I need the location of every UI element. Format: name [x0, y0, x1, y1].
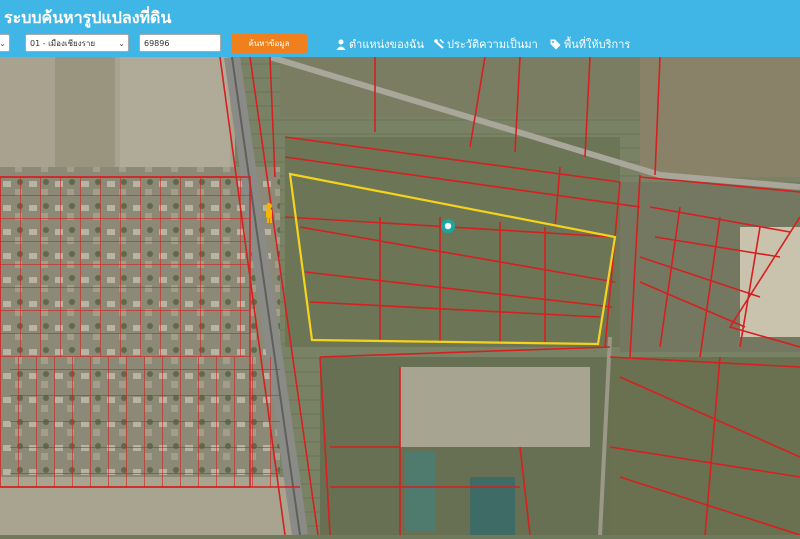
tree-area-north: [280, 57, 650, 117]
app-title: ระบบค้นหารูปแปลงที่ดิน: [4, 8, 172, 27]
app-header: ระบบค้นหารูปแปลงที่ดิน ⌄ 01 - เมืองเชียง…: [0, 0, 800, 57]
nav-label: ตำแหน่งของฉัน: [349, 38, 425, 51]
pond: [470, 477, 515, 535]
tag-icon: [550, 39, 561, 49]
nav-my-location[interactable]: ตำแหน่งของฉัน: [336, 35, 424, 53]
person-icon: [336, 39, 346, 50]
pond: [405, 452, 435, 532]
province-select[interactable]: ⌄: [0, 34, 10, 52]
search-toolbar: ⌄ 01 - เมืองเชียงราย⌄ 69896 ค้นหาข้อมูล …: [0, 34, 800, 54]
parcel-grid-village: [10, 357, 280, 487]
parcel-number-input[interactable]: 69896: [139, 34, 221, 52]
bright-field-east: [740, 227, 800, 337]
parcel-grid-village: [0, 177, 250, 357]
nav-history[interactable]: ประวัติความเป็นมา: [434, 35, 538, 53]
location-marker-icon[interactable]: [441, 219, 455, 233]
chevron-down-icon: ⌄: [118, 39, 125, 48]
search-button[interactable]: ค้นหาข้อมูล: [231, 34, 307, 53]
field-area-northeast: [640, 57, 800, 177]
nav-service-area[interactable]: พื้นที่ให้บริการ: [550, 35, 630, 53]
district-select[interactable]: 01 - เมืองเชียงราย ⌄: [25, 34, 129, 52]
field-strip: [120, 57, 230, 167]
nav-label: พื้นที่ให้บริการ: [564, 38, 631, 51]
field-strip: [55, 57, 115, 177]
building-compound: [400, 367, 590, 447]
field-area-southeast: [610, 357, 800, 535]
satellite-map[interactable]: [0, 54, 800, 537]
nav-label: ประวัติความเป็นมา: [447, 38, 538, 51]
chevron-down-icon: ⌄: [0, 35, 6, 51]
history-icon: [434, 38, 444, 49]
